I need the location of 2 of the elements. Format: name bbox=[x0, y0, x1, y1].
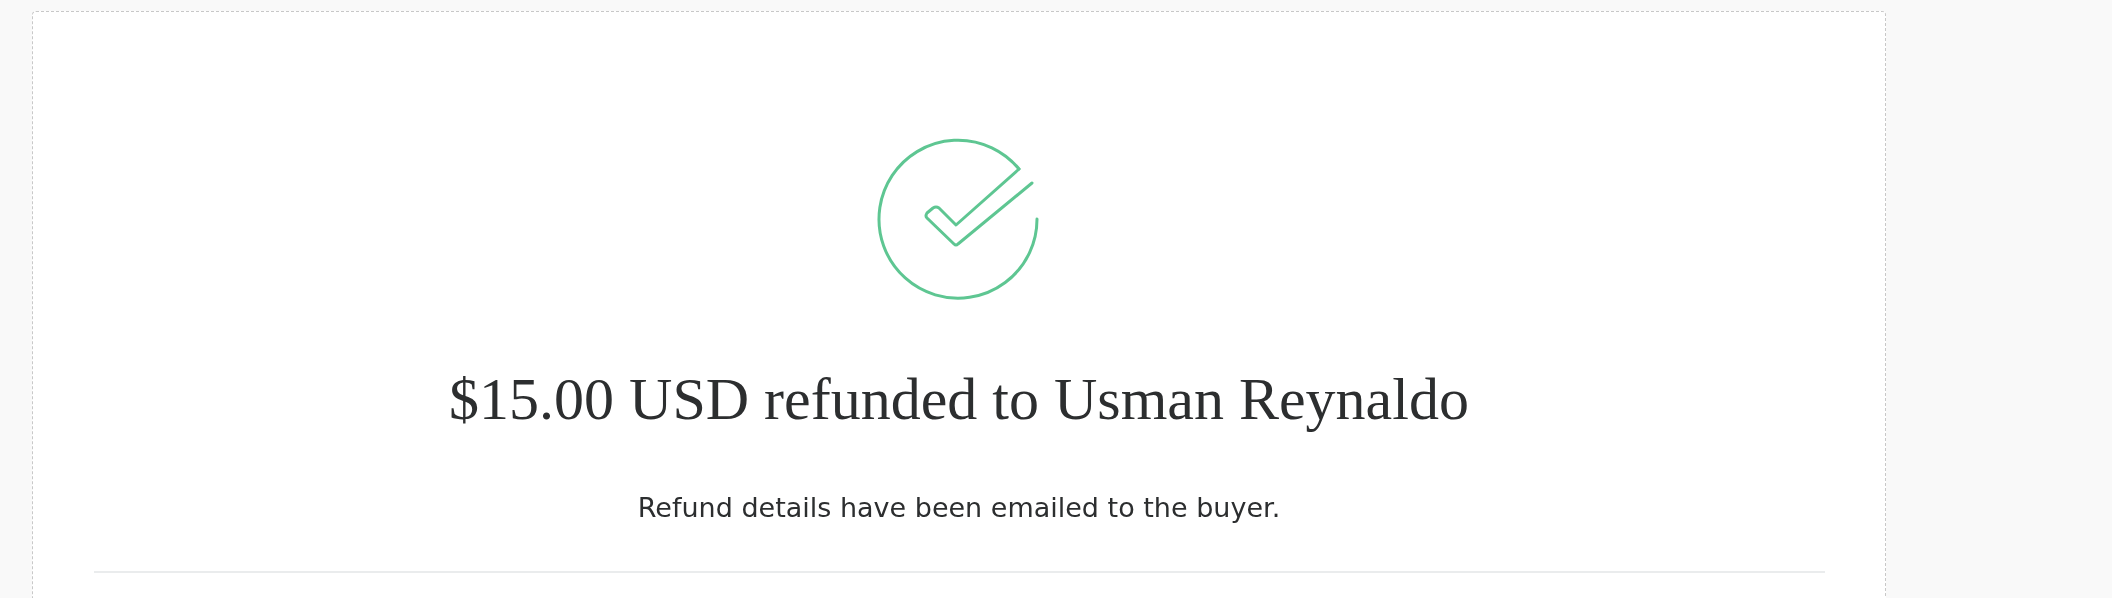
refund-message: Refund details have been emailed to the buyer. bbox=[637, 492, 1281, 523]
refund-heading: $15.00 USD refunded to Usman Reynaldo bbox=[449, 366, 1469, 432]
